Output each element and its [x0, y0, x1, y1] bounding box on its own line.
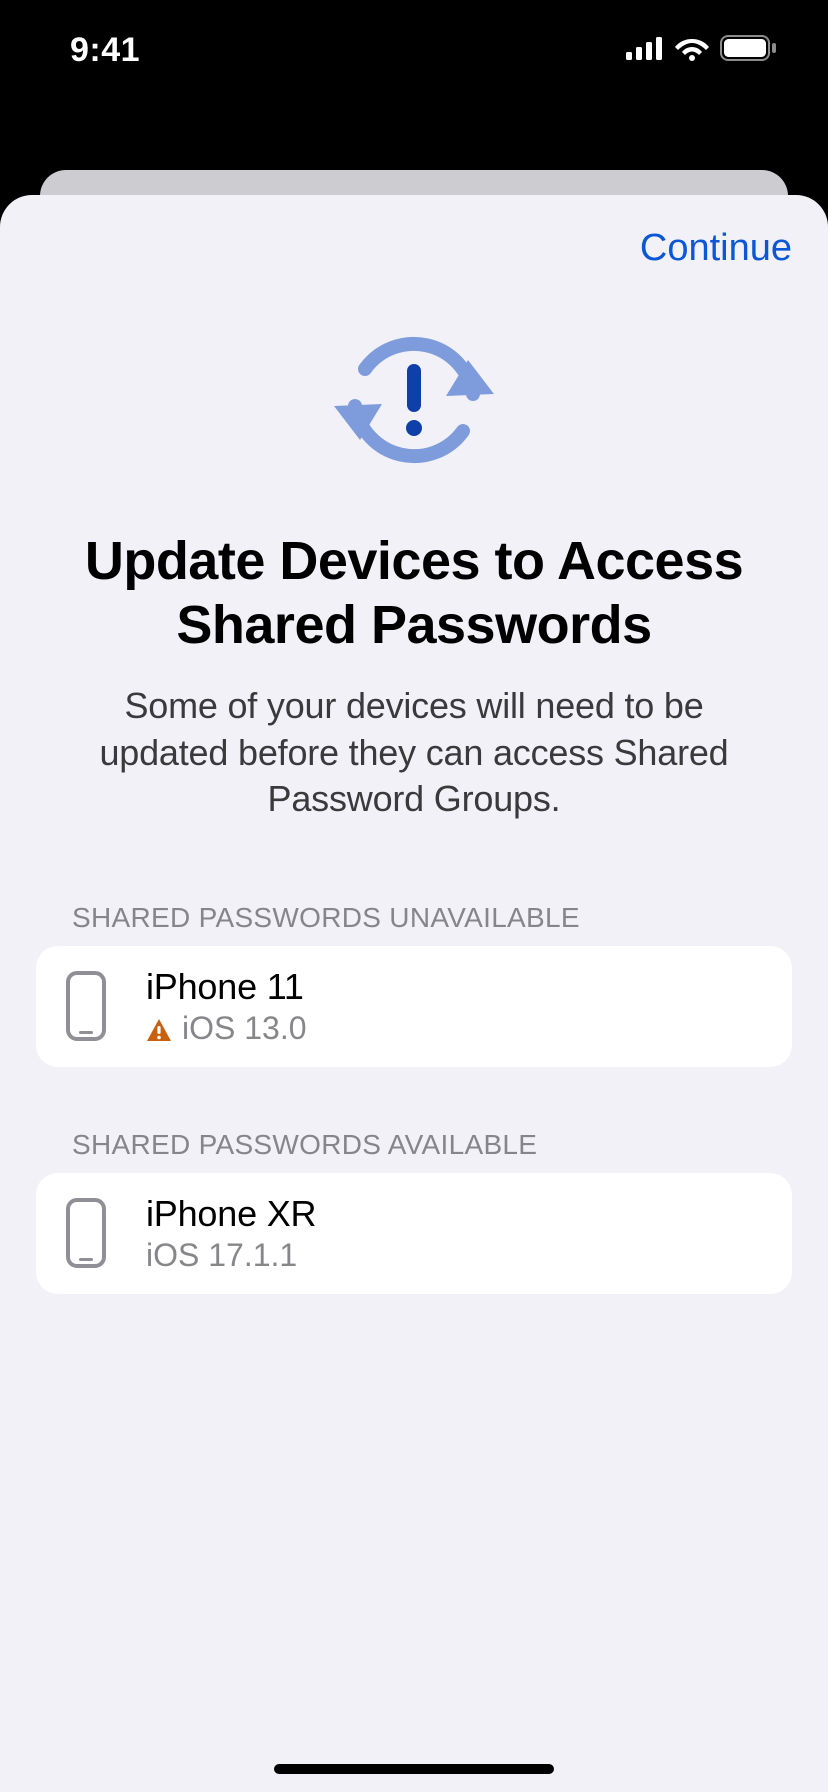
hero: Update Devices to Access Shared Password… [36, 320, 792, 822]
page-title: Update Devices to Access Shared Password… [66, 530, 762, 657]
section-header-unavailable: SHARED PASSWORDS UNAVAILABLE [72, 902, 792, 934]
section-header-available: SHARED PASSWORDS AVAILABLE [72, 1129, 792, 1161]
device-os: iOS 13.0 [182, 1010, 307, 1047]
home-indicator[interactable] [274, 1764, 554, 1774]
continue-button[interactable]: Continue [640, 227, 792, 270]
section-unavailable: SHARED PASSWORDS UNAVAILABLE iPhone 11 [36, 902, 792, 1067]
device-text: iPhone 11 iOS 13.0 [146, 966, 307, 1047]
device-list-unavailable: iPhone 11 iOS 13.0 [36, 946, 792, 1067]
page-subtitle: Some of your devices will need to be upd… [66, 683, 762, 821]
iphone-icon [66, 1198, 106, 1268]
device-name: iPhone 11 [146, 966, 307, 1008]
device-list-available: iPhone XR iOS 17.1.1 [36, 1173, 792, 1294]
device-text: iPhone XR iOS 17.1.1 [146, 1193, 316, 1274]
device-row[interactable]: iPhone XR iOS 17.1.1 [36, 1173, 792, 1294]
iphone-icon [66, 971, 106, 1041]
battery-icon [720, 35, 778, 66]
status-time: 9:41 [70, 31, 140, 70]
sheet-header: Continue [36, 227, 792, 270]
wifi-icon [674, 35, 710, 66]
sync-alert-icon [334, 320, 494, 480]
device-os-row: iOS 13.0 [146, 1010, 307, 1047]
device-os: iOS 17.1.1 [146, 1237, 297, 1274]
warning-icon [146, 1015, 172, 1041]
device-row[interactable]: iPhone 11 iOS 13.0 [36, 946, 792, 1067]
status-indicators [626, 35, 778, 66]
device-name: iPhone XR [146, 1193, 316, 1235]
device-os-row: iOS 17.1.1 [146, 1237, 316, 1274]
status-bar: 9:41 [0, 0, 828, 100]
modal-sheet: Continue Update Devices to Access Shared… [0, 195, 828, 1792]
cellular-icon [626, 36, 664, 65]
section-available: SHARED PASSWORDS AVAILABLE iPhone XR iOS… [36, 1129, 792, 1294]
